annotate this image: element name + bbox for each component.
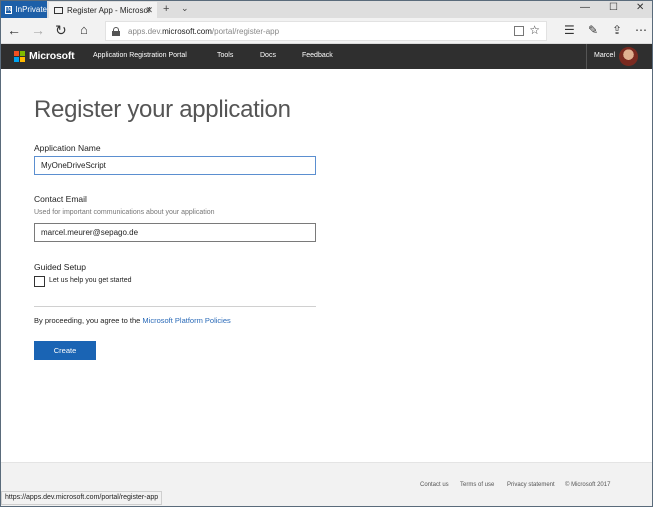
status-bar-url: https://apps.dev.microsoft.com/portal/re…: [1, 491, 163, 505]
footer-contact-us-link[interactable]: Contact us: [420, 482, 449, 488]
tab-register-app[interactable]: Register App - Microsof ✕: [49, 2, 157, 18]
nav-tools[interactable]: Tools: [217, 52, 233, 59]
guided-setup-label: Guided Setup: [34, 262, 86, 272]
pen-icon[interactable]: ✎: [588, 23, 598, 37]
nav-app-registration-portal[interactable]: Application Registration Portal: [93, 52, 187, 59]
application-name-input[interactable]: [34, 156, 316, 175]
tab-bar: IN InPrivate Register App - Microsof ✕ +…: [1, 1, 652, 18]
minimize-button[interactable]: —: [580, 2, 590, 13]
main-content: Register your application Application Na…: [1, 69, 652, 462]
share-icon[interactable]: ⇪: [612, 23, 622, 37]
new-tab-button[interactable]: +: [163, 3, 169, 15]
user-menu[interactable]: Marcel: [586, 44, 652, 69]
footer-terms-of-use-link[interactable]: Terms of use: [460, 482, 494, 488]
terms-text: By proceeding, you agree to the Microsof…: [34, 316, 231, 325]
nav-feedback[interactable]: Feedback: [302, 52, 333, 59]
tab-title: Register App - Microsof: [67, 5, 151, 15]
close-tab-icon[interactable]: ✕: [145, 5, 153, 16]
browser-window: IN InPrivate Register App - Microsof ✕ +…: [0, 0, 653, 507]
page-title: Register your application: [34, 96, 291, 123]
page-icon: [54, 6, 63, 14]
url-text: apps.dev.microsoft.com/portal/register-a…: [128, 26, 280, 36]
site-header: Microsoft Application Registration Porta…: [1, 44, 652, 69]
back-arrow-icon[interactable]: ←: [7, 22, 21, 38]
address-bar[interactable]: apps.dev.microsoft.com/portal/register-a…: [105, 21, 547, 41]
user-name: Marcel: [594, 52, 616, 59]
navigation-bar: ← → ↻ ⌂ apps.dev.microsoft.com/portal/re…: [1, 18, 652, 44]
platform-policies-link[interactable]: Microsoft Platform Policies: [142, 316, 230, 325]
divider: [34, 306, 316, 307]
favorite-star-icon[interactable]: ☆: [529, 23, 540, 37]
home-icon[interactable]: ⌂: [80, 22, 88, 38]
lock-icon: [112, 26, 120, 36]
guided-setup-checkbox-label[interactable]: Let us help you get started: [49, 277, 132, 284]
footer-privacy-statement-link[interactable]: Privacy statement: [507, 482, 555, 488]
microsoft-logo[interactable]: Microsoft: [14, 50, 75, 62]
contact-email-hint: Used for important communications about …: [34, 209, 215, 216]
reading-view-icon[interactable]: [514, 26, 524, 36]
brand-name: Microsoft: [29, 50, 75, 62]
microsoft-logo-icon: [14, 50, 25, 62]
favorites-hub-icon[interactable]: ☰: [564, 23, 575, 37]
application-name-label: Application Name: [34, 143, 101, 153]
create-button[interactable]: Create: [34, 341, 96, 360]
contact-email-input[interactable]: [34, 223, 316, 242]
avatar: [619, 47, 638, 66]
tab-list-chevron-icon[interactable]: ⌄: [181, 3, 189, 14]
forward-arrow-icon[interactable]: →: [31, 22, 45, 38]
maximize-button[interactable]: ☐: [609, 2, 618, 13]
nav-docs[interactable]: Docs: [260, 52, 276, 59]
refresh-icon[interactable]: ↻: [55, 22, 67, 38]
inprivate-icon: IN: [5, 5, 13, 14]
more-icon[interactable]: ⋯: [635, 23, 647, 37]
guided-setup-checkbox[interactable]: [34, 276, 45, 287]
footer-copyright: © Microsoft 2017: [565, 482, 611, 488]
inprivate-indicator: IN InPrivate: [1, 1, 47, 18]
contact-email-label: Contact Email: [34, 194, 87, 204]
inprivate-label: InPrivate: [15, 5, 47, 14]
close-window-button[interactable]: ✕: [636, 2, 644, 13]
